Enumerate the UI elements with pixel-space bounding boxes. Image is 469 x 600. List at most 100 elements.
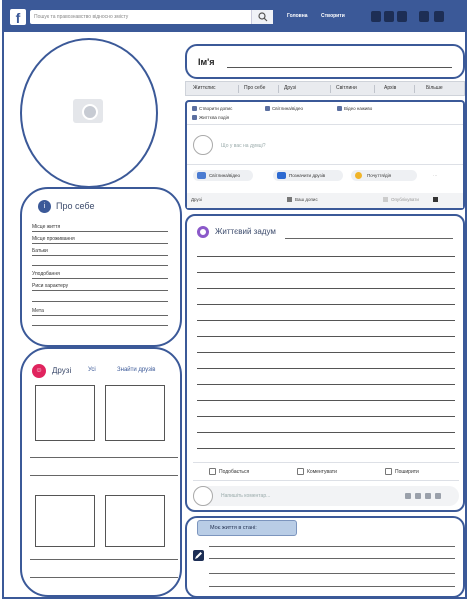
friends-blank-line [30,559,178,560]
profile-name-box[interactable]: Ім'я [185,44,465,79]
friend-photo-slot[interactable] [105,385,165,441]
more-options-icon[interactable]: ··· [433,173,438,178]
post-author-icon [197,226,209,238]
tab-divider [414,85,415,93]
publish-label[interactable]: Опублікувати [391,197,419,202]
about-blank-line [32,325,168,326]
mood-blank-line [209,546,455,547]
composer-tab-photo[interactable]: Світлина/відео [272,106,303,111]
search-placeholder: Пошук та правознавство відносно змісту [34,14,129,20]
photo-video-label: Світлина/відео [209,173,241,178]
tab-more[interactable]: Більше [426,85,443,91]
help-icon[interactable] [419,11,429,22]
tab-about[interactable]: Про себе [244,85,265,91]
find-friends-link[interactable]: Знайти друзів [117,367,155,373]
about-field[interactable]: Риси характеру [32,282,168,291]
post-title-blank-line [285,238,453,239]
create-post-icon [192,106,197,111]
tab-photos[interactable]: Світлини [336,85,357,91]
menu-icon[interactable] [434,11,444,22]
comment-placeholder: Напишіть коментар... [221,493,271,499]
about-field[interactable]: Батьки [32,247,168,256]
comment-icon [297,468,304,475]
about-field[interactable]: Уподобання [32,270,168,279]
facebook-logo-icon[interactable]: f [10,9,26,26]
composer-input[interactable]: Що у вас на думці? [221,143,266,149]
about-field[interactable]: Місце життя [32,223,168,232]
tab-timeline[interactable]: Життєпис [193,85,216,91]
post-line [197,416,455,417]
about-blank-line [32,265,168,266]
gif-icon[interactable] [425,493,431,499]
friends-icon[interactable] [371,11,381,22]
live-video-icon [337,106,342,111]
pencil-icon[interactable] [193,550,204,561]
tab-divider [374,85,375,93]
nav-create-link[interactable]: Створити [321,13,345,19]
comment-button[interactable]: Коментувати [307,469,337,475]
page-frame: f Пошук та правознавство відносно змісту… [2,0,467,599]
photo-icon [197,172,206,179]
story-icon [383,197,388,202]
composer-tab-live[interactable]: Відео наживо [344,106,372,111]
like-icon [209,468,216,475]
about-section: i Про себе Місце життя Місце проживання … [20,187,182,347]
nav-home-link[interactable]: Головна [287,13,308,19]
post-composer: Створити допис Світлина/відео Відео нажи… [185,100,465,210]
profile-tabs: Життєпис Про себе Друзі Світлини Архів Б… [185,81,465,96]
share-button[interactable]: Поширити [395,469,419,475]
post-line [197,368,455,369]
about-field[interactable]: Місце проживання [32,235,168,244]
grid-icon[interactable] [433,197,438,202]
camera-small-icon[interactable] [415,493,421,499]
about-field[interactable]: Мета [32,307,168,316]
audience-label[interactable]: Друзі [191,197,202,202]
friends-title: Друзі [52,366,72,375]
friends-section: ☺ Друзі Усі Знайти друзів [20,347,182,597]
composer-tab-life-event[interactable]: Життєва подія [199,115,229,120]
tag-friends-icon [277,172,286,179]
mood-blank-line [209,573,455,574]
post-line [197,400,455,401]
friends-blank-line [30,457,178,458]
name-blank-line [227,67,452,68]
camera-icon [73,99,103,123]
top-navigation-bar: f Пошук та правознавство відносно змісту… [4,2,465,32]
life-event-icon [192,115,197,120]
composer-tab-create[interactable]: Створити допис [199,106,232,111]
profile-photo-placeholder[interactable] [20,38,158,188]
post-line [197,256,455,257]
post-line [197,288,455,289]
post-line [197,384,455,385]
tag-friends-label: Позначити друзів [289,173,326,178]
emoji-icon[interactable] [405,493,411,499]
mood-blank-line [209,558,455,559]
friends-blank-line [30,475,178,476]
friend-photo-slot[interactable] [105,495,165,547]
name-label: Ім'я [198,57,215,67]
life-plan-post: Життєвий задум Подобається Коментувати П… [185,214,465,512]
friends-all-link[interactable]: Усі [88,367,96,373]
friend-photo-slot[interactable] [35,385,95,441]
tab-divider [330,85,331,93]
messages-icon[interactable] [384,11,394,22]
composer-divider [187,164,463,165]
comment-avatar [193,486,213,506]
search-icon [258,12,268,22]
post-title: Життєвий задум [215,227,276,236]
about-title: Про себе [56,201,95,211]
friend-photo-slot[interactable] [35,495,95,547]
sticker-icon[interactable] [435,493,441,499]
mood-section: Моє життя в стані: [185,516,465,598]
post-line [197,320,455,321]
tab-archive[interactable]: Архів [384,85,396,91]
notifications-icon[interactable] [397,11,407,22]
search-input[interactable]: Пошук та правознавство відносно змісту [30,10,273,24]
mood-blank-line [209,586,455,587]
like-button[interactable]: Подобається [219,469,249,475]
tab-divider [238,85,239,93]
search-button[interactable] [251,10,273,24]
mood-tab[interactable]: Моє життя в стані: [197,520,297,536]
tab-friends[interactable]: Друзі [284,85,296,91]
friends-blank-line [30,577,178,578]
